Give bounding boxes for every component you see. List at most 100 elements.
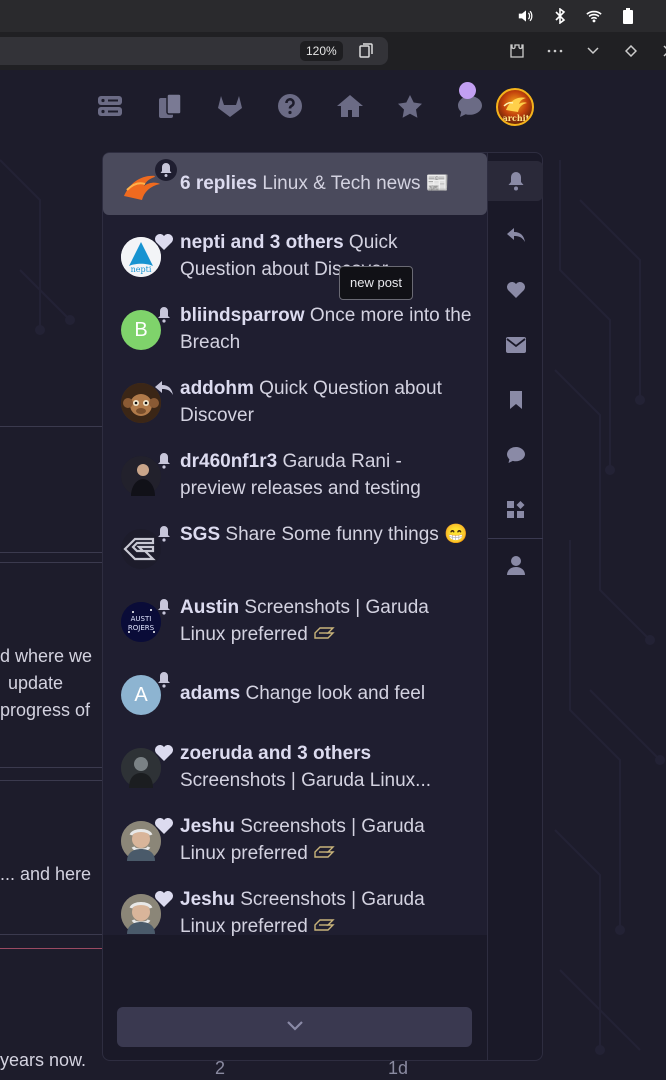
- browser-toolbar: 120%: [0, 32, 666, 70]
- svg-text:nepti: nepti: [131, 265, 152, 274]
- notification-item[interactable]: B bliindsparrow Once more into the Breac…: [103, 302, 487, 375]
- notification-item[interactable]: SGS Share Some funny things 😁: [103, 521, 487, 594]
- gitlab-icon[interactable]: [200, 86, 260, 126]
- user-menu-rail: [487, 153, 543, 1060]
- garuda-logo-icon: [313, 916, 335, 937]
- notification-user: zoeruda and 3 others: [180, 743, 372, 764]
- notification-text: SGS Share Some funny things 😁: [180, 521, 472, 548]
- notification-item[interactable]: Jeshu Screenshots | Garuda Linux preferr…: [103, 813, 487, 886]
- notification-item[interactable]: nepti nepti and 3 others Quick Question …: [103, 229, 487, 302]
- bg-activity-time: 1d: [388, 1058, 409, 1078]
- notification-text: zoeruda and 3 others Screenshots | Garud…: [180, 740, 472, 794]
- forum-page: archit d where we update progress of ...…: [0, 70, 666, 1080]
- bg-unread-line: [0, 948, 102, 949]
- bluetooth-icon[interactable]: [552, 8, 568, 24]
- notification-avatar: [121, 526, 170, 569]
- notification-avatar: nepti: [121, 234, 173, 277]
- notification-text: bliindsparrow Once more into the Breach: [180, 302, 472, 356]
- heart-icon[interactable]: [488, 270, 543, 310]
- notification-topic: Linux & Tech news 📰: [262, 173, 450, 194]
- notification-item[interactable]: A adams Change look and feel: [103, 667, 487, 740]
- address-bar[interactable]: 120%: [0, 37, 388, 65]
- help-icon[interactable]: [260, 86, 320, 126]
- heart-icon: [153, 815, 175, 837]
- current-user-avatar[interactable]: archit: [496, 88, 534, 126]
- notification-topic: Change look and feel: [245, 683, 426, 704]
- show-more-button[interactable]: [117, 1007, 472, 1047]
- notification-user: Jeshu: [180, 816, 235, 837]
- restore-icon[interactable]: [620, 40, 642, 62]
- home-icon[interactable]: [320, 86, 380, 126]
- wifi-icon[interactable]: [586, 8, 602, 24]
- notification-item[interactable]: 6 replies Linux & Tech news 📰: [103, 153, 487, 215]
- notification-user: Jeshu: [180, 889, 235, 910]
- notification-avatar: [121, 453, 170, 496]
- notification-user: nepti and 3 others: [180, 232, 344, 253]
- reply-icon[interactable]: [488, 215, 543, 255]
- battery-icon[interactable]: [620, 8, 636, 24]
- volume-icon[interactable]: [518, 8, 534, 24]
- notifications-panel: 6 replies Linux & Tech news 📰 nepti nept…: [102, 152, 543, 1061]
- chat-bubble-icon[interactable]: [488, 435, 543, 475]
- user-icon[interactable]: [488, 545, 543, 585]
- bg-divider: [0, 934, 102, 935]
- notification-user: addohm: [180, 378, 254, 399]
- notification-user: SGS: [180, 524, 221, 545]
- unread-notification-dot: [459, 82, 476, 99]
- header-icon-row: [80, 86, 500, 126]
- reader-view-icon[interactable]: [358, 43, 374, 59]
- notification-item[interactable]: AUSTI ROJERS Austin Screenshots | Garuda …: [103, 594, 487, 667]
- notification-user: dr460nf1r3: [180, 451, 278, 472]
- minimize-icon[interactable]: [582, 40, 604, 62]
- notifications-list: 6 replies Linux & Tech news 📰 nepti nept…: [103, 153, 487, 937]
- notification-item[interactable]: zoeruda and 3 others Screenshots | Garud…: [103, 740, 487, 813]
- notification-user: adams: [180, 683, 241, 704]
- notification-user: bliindsparrow: [180, 305, 305, 326]
- bg-divider: [0, 552, 102, 553]
- bg-post-text: years now.: [0, 1050, 87, 1070]
- bookmark-icon[interactable]: [488, 380, 543, 420]
- avatar-logo-text: archit: [502, 113, 530, 123]
- notification-text: Jeshu Screenshots | Garuda Linux preferr…: [180, 813, 472, 867]
- svg-text:ROJERS: ROJERS: [128, 624, 155, 632]
- notification-avatar: [121, 381, 173, 423]
- bg-divider: [0, 767, 102, 768]
- bg-divider: [0, 562, 102, 563]
- bg-post-text: progress of: [0, 700, 91, 720]
- documents-icon[interactable]: [140, 86, 200, 126]
- reply-icon: [153, 377, 175, 399]
- chevron-down-icon: [286, 1018, 304, 1036]
- bell-icon: [153, 523, 175, 545]
- notification-text: nepti and 3 others Quick Question about …: [180, 229, 472, 283]
- notification-topic: Screenshots | Garuda Linux...: [180, 770, 432, 791]
- bell-icon: [153, 304, 175, 326]
- notification-text: Austin Screenshots | Garuda Linux prefer…: [180, 594, 472, 648]
- bg-post-text: ... and here: [0, 864, 92, 884]
- garuda-logo-icon: [313, 624, 335, 645]
- servers-icon[interactable]: [80, 86, 140, 126]
- bell-icon: [153, 157, 179, 183]
- heart-icon: [153, 742, 175, 764]
- close-window-icon[interactable]: [658, 40, 666, 62]
- heart-icon: [153, 231, 175, 253]
- notification-item[interactable]: Jeshu Screenshots | Garuda Linux preferr…: [103, 886, 487, 959]
- notification-item[interactable]: dr460nf1r3 Garuda Rani - preview release…: [103, 448, 487, 521]
- widgets-icon[interactable]: [488, 490, 543, 530]
- envelope-icon[interactable]: [488, 325, 543, 365]
- extensions-icon[interactable]: [506, 40, 528, 62]
- bell-icon: [153, 669, 175, 691]
- bell-icon: [153, 596, 175, 618]
- system-tray-bar: [0, 0, 666, 32]
- notification-avatar: B: [121, 307, 170, 350]
- star-icon[interactable]: [380, 86, 440, 126]
- heart-icon: [153, 888, 175, 910]
- bell-icon[interactable]: [488, 161, 543, 201]
- more-menu-icon[interactable]: [544, 40, 566, 62]
- notification-text: adams Change look and feel: [180, 667, 472, 707]
- zoom-level-badge[interactable]: 120%: [300, 41, 343, 61]
- bell-icon: [153, 450, 175, 472]
- notification-avatar: [121, 745, 173, 788]
- notification-topic: Share Some funny things 😁: [225, 524, 468, 545]
- notification-item[interactable]: addohm Quick Question about Discover: [103, 375, 487, 448]
- new-post-tooltip: new post: [339, 266, 414, 300]
